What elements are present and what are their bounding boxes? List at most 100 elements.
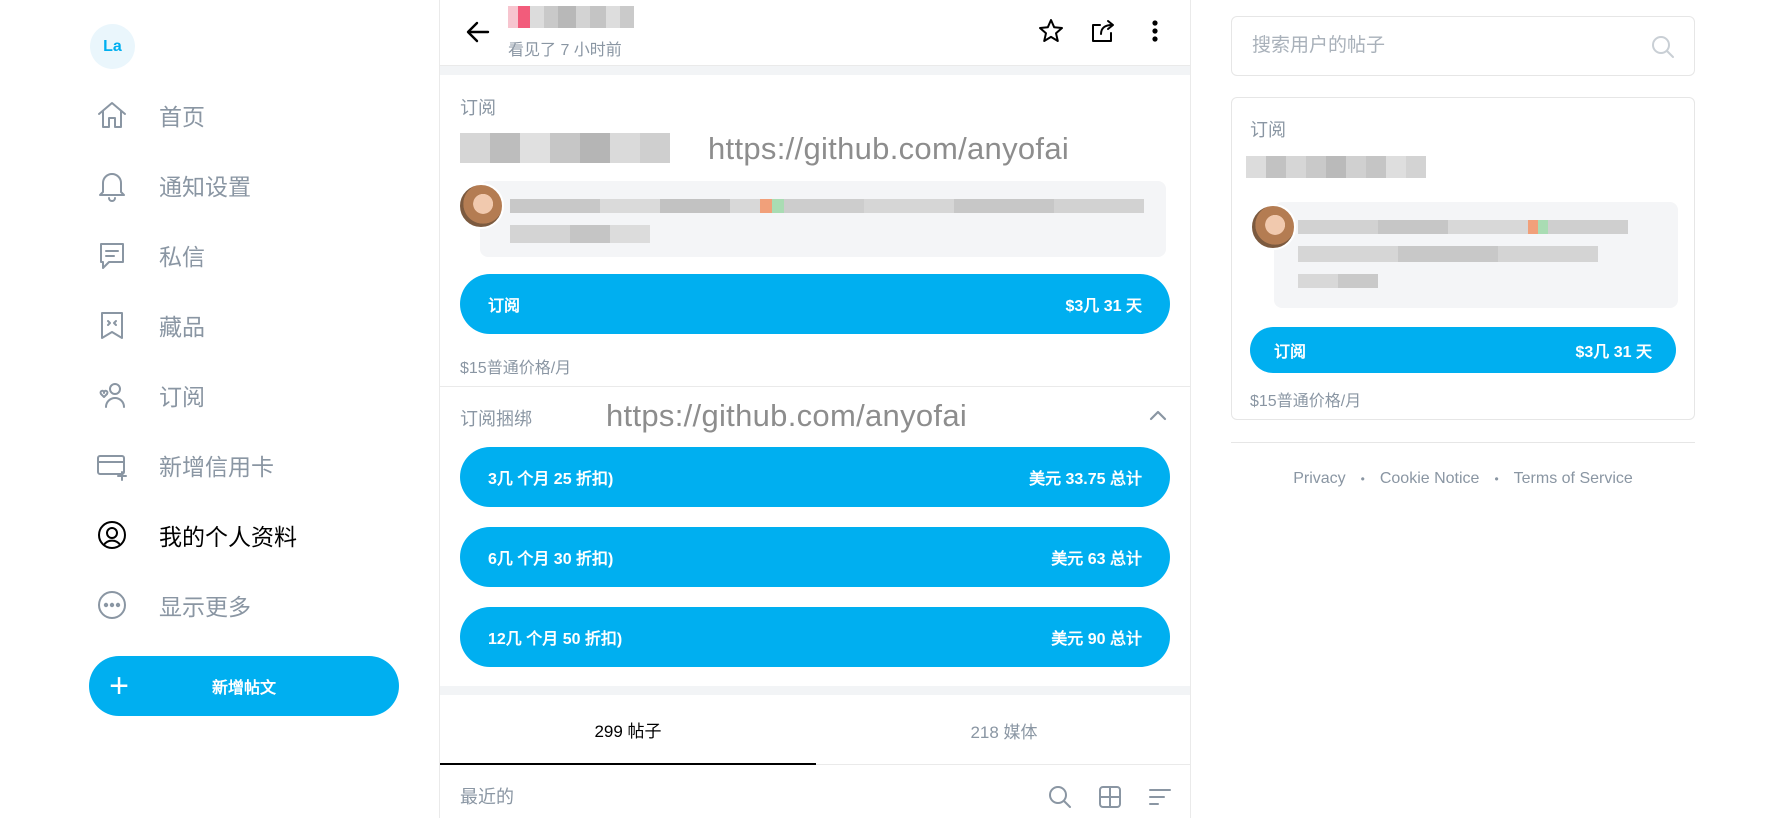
blurred-username bbox=[508, 6, 634, 28]
bundle-6-months-button[interactable]: 6几 个月 30 折扣) 美元 63 总计 bbox=[460, 527, 1170, 587]
subscribe-button-label: 订阅 bbox=[488, 298, 521, 315]
search-posts-input[interactable] bbox=[1232, 17, 1632, 75]
back-button[interactable] bbox=[458, 12, 498, 52]
more-icon bbox=[90, 583, 134, 627]
nav-label-home: 首页 bbox=[159, 104, 205, 130]
nav-item-profile[interactable]: 我的个人资料 bbox=[90, 500, 297, 570]
more-options-button[interactable] bbox=[1136, 12, 1174, 50]
footer-separator: • bbox=[1494, 472, 1499, 486]
search-posts-button[interactable] bbox=[1042, 779, 1078, 815]
new-post-label: 新增帖文 bbox=[211, 680, 276, 697]
search-icon[interactable] bbox=[1648, 32, 1678, 62]
favorite-button[interactable] bbox=[1032, 12, 1070, 50]
left-nav: La 首页 通知设置 私信 藏品 订阅 新增信用卡 我的个人资料 显示更多 + … bbox=[0, 0, 440, 818]
message-icon bbox=[90, 233, 134, 277]
arrow-left-icon bbox=[466, 21, 490, 43]
blurred-price-text bbox=[1246, 156, 1426, 178]
nav-menu: 首页 通知设置 私信 藏品 订阅 新增信用卡 我的个人资料 显示更多 bbox=[90, 80, 297, 640]
profile-header: 看见了 7 小时前 bbox=[440, 0, 1190, 66]
nav-item-add-card[interactable]: 新增信用卡 bbox=[90, 430, 297, 500]
new-post-button[interactable]: + 新增帖文 bbox=[89, 656, 399, 716]
section-gap bbox=[440, 686, 1190, 695]
blurred-message-line bbox=[510, 199, 1144, 213]
footer-links: Privacy • Cookie Notice • Terms of Servi… bbox=[1231, 470, 1695, 488]
creator-avatar[interactable] bbox=[458, 183, 504, 229]
bundle-label: 3几 个月 25 折扣) bbox=[488, 471, 614, 488]
tab-posts[interactable]: 299 帖子 bbox=[440, 695, 816, 765]
header-actions bbox=[1032, 12, 1174, 50]
subscribe-button-label: 订阅 bbox=[1274, 344, 1307, 361]
blurred-message-line bbox=[1298, 220, 1628, 234]
chevron-up-icon bbox=[1149, 410, 1167, 421]
regular-price-note: $15普通价格/月 bbox=[1250, 393, 1362, 410]
content-tabs: 299 帖子 218 媒体 bbox=[440, 695, 1190, 765]
nav-item-messages[interactable]: 私信 bbox=[90, 220, 297, 290]
nav-label-add-card: 新增信用卡 bbox=[159, 454, 274, 480]
privacy-link[interactable]: Privacy bbox=[1293, 470, 1345, 488]
collapse-bundles-button[interactable] bbox=[1142, 400, 1174, 432]
bundle-3-months-button[interactable]: 3几 个月 25 折扣) 美元 33.75 总计 bbox=[460, 447, 1170, 507]
subscription-card: 订阅 订阅 $3几 31 天 $15普通价格/月 bbox=[1231, 97, 1695, 420]
bundle-label: 12几 个月 50 折扣) bbox=[488, 631, 623, 648]
user-avatar[interactable]: La bbox=[90, 24, 135, 69]
nav-label-notifications: 通知设置 bbox=[159, 174, 251, 200]
feed-toolbar: 最近的 bbox=[440, 765, 1190, 818]
card-subscribe-button[interactable]: 订阅 $3几 31 天 bbox=[1250, 327, 1676, 373]
creator-avatar[interactable] bbox=[1250, 204, 1296, 250]
welcome-message bbox=[480, 181, 1166, 257]
regular-price-note: $15普通价格/月 bbox=[460, 360, 572, 377]
sort-icon bbox=[1149, 789, 1171, 805]
card-section-label: 订阅 bbox=[1250, 120, 1286, 140]
profile-icon bbox=[90, 513, 134, 557]
more-vertical-icon bbox=[1152, 20, 1158, 42]
share-icon bbox=[1092, 20, 1114, 42]
bundle-label: 6几 个月 30 折扣) bbox=[488, 551, 614, 568]
nav-label-messages: 私信 bbox=[159, 244, 205, 270]
bundle-12-months-button[interactable]: 12几 个月 50 折扣) 美元 90 总计 bbox=[460, 607, 1170, 667]
search-icon bbox=[1049, 786, 1071, 808]
section-divider bbox=[440, 386, 1190, 387]
sidebar-divider bbox=[1231, 442, 1695, 443]
sort-button[interactable] bbox=[1142, 779, 1178, 815]
nav-label-subscriptions: 订阅 bbox=[159, 384, 205, 410]
grid-icon bbox=[1099, 786, 1121, 808]
last-seen-text: 看见了 7 小时前 bbox=[508, 42, 622, 59]
bundle-total: 美元 90 总计 bbox=[1051, 631, 1142, 648]
nav-item-home[interactable]: 首页 bbox=[90, 80, 297, 150]
blurred-message-line bbox=[1298, 274, 1378, 288]
add-card-icon bbox=[90, 443, 134, 487]
watermark-text: https://github.com/anyofai bbox=[708, 131, 1070, 166]
cookie-notice-link[interactable]: Cookie Notice bbox=[1380, 470, 1480, 488]
home-icon bbox=[90, 93, 134, 137]
right-sidebar: 订阅 bbox=[1191, 0, 1772, 818]
bundles-section-label: 订阅捆绑 bbox=[460, 409, 532, 429]
profile-main: 看见了 7 小时前 订阅 https://github.com/anyofai bbox=[439, 0, 1191, 818]
nav-item-notifications[interactable]: 通知设置 bbox=[90, 150, 297, 220]
bundle-total: 美元 63 总计 bbox=[1051, 551, 1142, 568]
share-button[interactable] bbox=[1084, 12, 1122, 50]
nav-item-subscriptions[interactable]: 订阅 bbox=[90, 360, 297, 430]
welcome-message bbox=[1274, 202, 1678, 308]
nav-item-more[interactable]: 显示更多 bbox=[90, 570, 297, 640]
bell-icon bbox=[90, 163, 134, 207]
tab-media[interactable]: 218 媒体 bbox=[816, 695, 1190, 765]
nav-item-collections[interactable]: 藏品 bbox=[90, 290, 297, 360]
search-box bbox=[1231, 16, 1695, 76]
subscribe-button-price: $3几 31 天 bbox=[1065, 298, 1143, 315]
sort-label: 最近的 bbox=[460, 787, 514, 807]
nav-label-profile: 我的个人资料 bbox=[159, 524, 297, 550]
nav-label-collections: 藏品 bbox=[159, 314, 205, 340]
blurred-price-text bbox=[460, 133, 670, 163]
subscribe-button[interactable]: 订阅 $3几 31 天 bbox=[460, 274, 1170, 334]
star-icon bbox=[1039, 19, 1063, 42]
section-gap bbox=[440, 66, 1190, 75]
nav-label-more: 显示更多 bbox=[159, 594, 251, 620]
collections-icon bbox=[90, 303, 134, 347]
subscriptions-icon bbox=[90, 373, 134, 417]
grid-view-button[interactable] bbox=[1092, 779, 1128, 815]
bundle-total: 美元 33.75 总计 bbox=[1029, 471, 1142, 488]
subscribe-button-price: $3几 31 天 bbox=[1575, 344, 1653, 361]
feed-tools bbox=[1042, 779, 1178, 815]
terms-of-service-link[interactable]: Terms of Service bbox=[1514, 470, 1633, 488]
blurred-message-line bbox=[1298, 246, 1598, 262]
